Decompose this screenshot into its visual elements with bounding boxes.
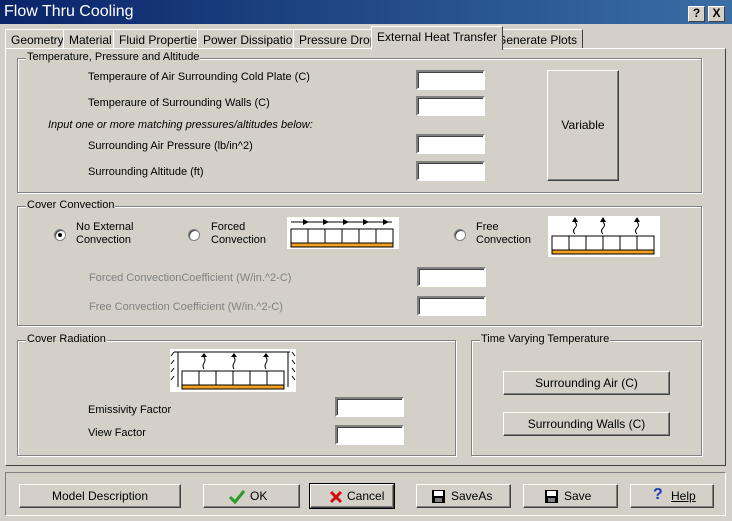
time-varying-legend: Time Varying Temperature — [480, 333, 611, 345]
free-label-1: Free — [476, 221, 499, 233]
free-convection-diagram — [548, 216, 660, 257]
forced-convection-radio[interactable] — [188, 229, 200, 241]
variable-button[interactable]: Variable — [547, 70, 619, 181]
save-label: Save — [564, 489, 592, 503]
no-external-label-2: Convection — [76, 234, 132, 246]
help-title-button[interactable]: ? — [688, 6, 705, 22]
forced-coef-label: Forced ConvectionCoefficient (W/in.^2-C) — [89, 272, 292, 284]
emissivity-field[interactable] — [335, 397, 404, 417]
tab-external-heat-transfer[interactable]: External Heat Transfer — [371, 26, 504, 50]
view-factor-field[interactable] — [335, 425, 404, 445]
altitude-field[interactable] — [416, 161, 485, 181]
surrounding-air-button[interactable]: Surrounding Air (C) — [503, 371, 670, 395]
no-external-label-1: No External — [76, 221, 134, 233]
forced-coef-field[interactable] — [417, 267, 486, 287]
cover-radiation-diagram — [170, 349, 296, 392]
tab-power-dissipation[interactable]: Power Dissipation — [197, 29, 306, 49]
tpa-legend: Temperature, Pressure and Altitude — [26, 51, 201, 63]
tab-geometry[interactable]: Geometry — [5, 29, 70, 49]
close-button[interactable]: X — [708, 6, 725, 22]
radiation-legend: Cover Radiation — [26, 333, 107, 345]
pressure-field[interactable] — [416, 134, 485, 154]
no-external-convection-radio[interactable] — [54, 229, 66, 241]
pressure-label: Surrounding Air Pressure (lb/in^2) — [88, 140, 253, 152]
title-bar: Flow Thru Cooling ? X — [0, 0, 732, 24]
surrounding-walls-button[interactable]: Surrounding Walls (C) — [503, 412, 670, 436]
walls-temp-field[interactable] — [416, 96, 485, 116]
save-as-icon — [432, 490, 445, 503]
pressure-hint: Input one or more matching pressures/alt… — [48, 119, 313, 131]
help-icon: ? — [653, 486, 663, 503]
tab-pressure-drop[interactable]: Pressure Drop — [293, 29, 383, 49]
altitude-label: Surrounding Altitude (ft) — [88, 166, 204, 178]
ok-button[interactable]: OK — [203, 484, 300, 508]
air-temp-field[interactable] — [416, 70, 485, 90]
x-icon — [329, 490, 343, 504]
tab-material[interactable]: Material — [63, 29, 118, 49]
cancel-label: Cancel — [347, 489, 385, 503]
walls-temp-label: Temperaure of Surrounding Walls (C) — [88, 97, 270, 109]
saveas-label: SaveAs — [451, 489, 493, 503]
save-button[interactable]: Save — [523, 484, 618, 508]
model-description-button[interactable]: Model Description — [19, 484, 181, 508]
time-varying-group: Time Varying Temperature — [471, 333, 702, 456]
emissivity-label: Emissivity Factor — [88, 404, 172, 416]
floppy-icon — [545, 490, 558, 503]
tab-generate-plots[interactable]: Generate Plots — [491, 29, 584, 49]
check-icon — [228, 490, 246, 504]
saveas-button[interactable]: SaveAs — [416, 484, 511, 508]
free-convection-radio[interactable] — [454, 229, 466, 241]
forced-label-1: Forced — [211, 221, 246, 233]
help-label: Help — [671, 489, 696, 503]
view-factor-label: View Factor — [88, 427, 146, 439]
window-title: Flow Thru Cooling — [4, 3, 134, 20]
forced-label-2: Convection — [211, 234, 267, 246]
air-temp-label: Temperaure of Air Surrounding Cold Plate… — [88, 71, 310, 83]
forced-convection-diagram — [287, 217, 399, 249]
cancel-button[interactable]: Cancel — [309, 483, 395, 509]
free-coef-label: Free Convection Coefficient (W/in.^2-C) — [89, 301, 283, 313]
ok-label: OK — [250, 489, 268, 503]
tab-fluid-properties[interactable]: Fluid Properties — [113, 29, 210, 49]
free-coef-field[interactable] — [417, 296, 486, 316]
free-label-2: Convection — [476, 234, 532, 246]
help-button[interactable]: ? Help — [630, 484, 714, 508]
convection-legend: Cover Convection — [26, 199, 116, 211]
